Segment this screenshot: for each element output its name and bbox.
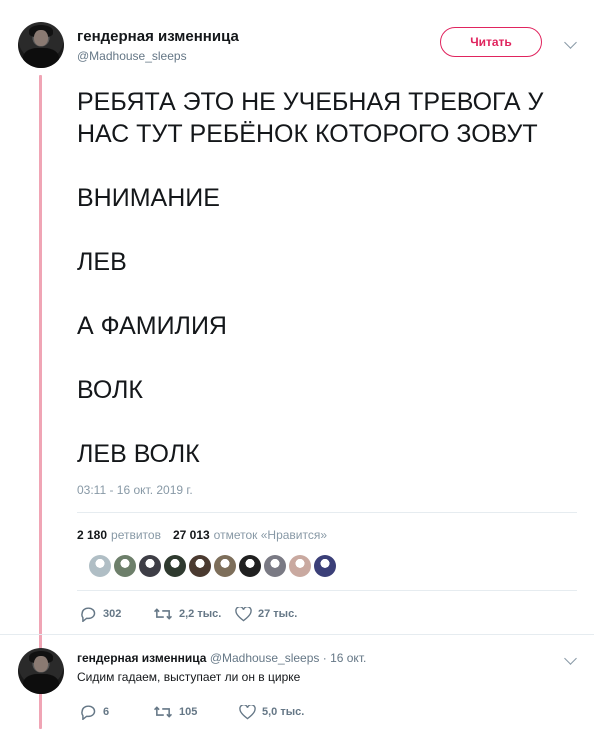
reply-header: гендерная изменница @Madhouse_sleeps · 1… — [77, 651, 366, 665]
thread-line — [39, 75, 42, 729]
liker-avatar[interactable] — [114, 555, 136, 577]
tweet-line: ВОЛК — [77, 376, 143, 404]
likes-label[interactable]: отметок «Нравится» — [214, 528, 327, 542]
reply-button[interactable]: 302 — [79, 606, 153, 622]
author-handle[interactable]: @Madhouse_sleeps — [77, 49, 187, 63]
reply-text: Сидим гадаем, выступает ли он в цирке — [77, 670, 301, 684]
retweet-icon — [153, 706, 173, 718]
likes-count[interactable]: 27 013 — [173, 528, 210, 542]
reply-author-handle[interactable]: @Madhouse_sleeps — [210, 651, 320, 665]
reply-actions: 6 105 5,0 тыс. — [79, 704, 304, 720]
heart-icon — [239, 704, 256, 719]
likers-avatars — [89, 555, 336, 577]
retweet-button[interactable]: 105 — [153, 705, 239, 719]
retweets-label[interactable]: ретвитов — [111, 528, 161, 542]
reply-button[interactable]: 6 — [79, 704, 153, 720]
like-button[interactable]: 5,0 тыс. — [239, 704, 305, 720]
reply-count: 6 — [103, 706, 110, 718]
reply-count: 302 — [103, 608, 122, 620]
tweet-actions: 302 2,2 тыс. 27 тыс. — [79, 606, 297, 622]
liker-avatar[interactable] — [314, 555, 336, 577]
liker-avatar[interactable] — [89, 555, 111, 577]
liker-avatar[interactable] — [239, 555, 261, 577]
divider — [77, 512, 577, 513]
liker-avatar[interactable] — [139, 555, 161, 577]
liker-avatar[interactable] — [214, 555, 236, 577]
reply-author-name[interactable]: гендерная изменница — [77, 651, 206, 665]
liker-avatar[interactable] — [289, 555, 311, 577]
tweet-line: ВНИМАНИЕ — [77, 184, 220, 212]
chevron-down-icon[interactable] — [564, 652, 577, 665]
retweets-count[interactable]: 2 180 — [77, 528, 107, 542]
retweet-count: 2,2 тыс. — [179, 608, 222, 620]
like-count: 5,0 тыс. — [262, 706, 305, 718]
retweet-count: 105 — [179, 706, 198, 718]
liker-avatar[interactable] — [189, 555, 211, 577]
tweet-text: РЕБЯТА ЭТО НЕ УЧЕБНАЯ ТРЕВОГА У НАС ТУТ … — [77, 86, 567, 470]
tweet-line: РЕБЯТА ЭТО НЕ УЧЕБНАЯ ТРЕВОГА У — [77, 88, 544, 116]
author-name[interactable]: гендерная изменница — [77, 28, 239, 45]
retweet-icon — [153, 608, 173, 620]
liker-avatar[interactable] — [264, 555, 286, 577]
avatar[interactable] — [18, 22, 64, 68]
tweet-line: ЛЕВ — [77, 248, 127, 276]
tweet-line: ЛЕВ ВОЛК — [77, 440, 200, 468]
divider — [0, 634, 594, 635]
reply-time[interactable]: · 16 окт. — [323, 651, 367, 665]
heart-icon — [235, 606, 252, 621]
tweet-line: А ФАМИЛИЯ — [77, 312, 227, 340]
divider — [77, 590, 577, 591]
tweet-stats: 2 180 ретвитов 27 013 отметок «Нравится» — [77, 528, 335, 542]
like-button[interactable]: 27 тыс. — [235, 606, 298, 622]
like-count: 27 тыс. — [258, 608, 298, 620]
follow-button[interactable]: Читать — [440, 27, 542, 57]
liker-avatar[interactable] — [164, 555, 186, 577]
retweet-button[interactable]: 2,2 тыс. — [153, 607, 235, 621]
chevron-down-icon[interactable] — [564, 36, 577, 49]
reply-avatar[interactable] — [18, 648, 64, 694]
reply-icon — [81, 705, 96, 720]
tweet-timestamp[interactable]: 03:11 - 16 окт. 2019 г. — [77, 483, 193, 497]
reply-icon — [81, 607, 96, 622]
tweet-line: НАС ТУТ РЕБЁНОК КОТОРОГО ЗОВУТ — [77, 120, 538, 148]
